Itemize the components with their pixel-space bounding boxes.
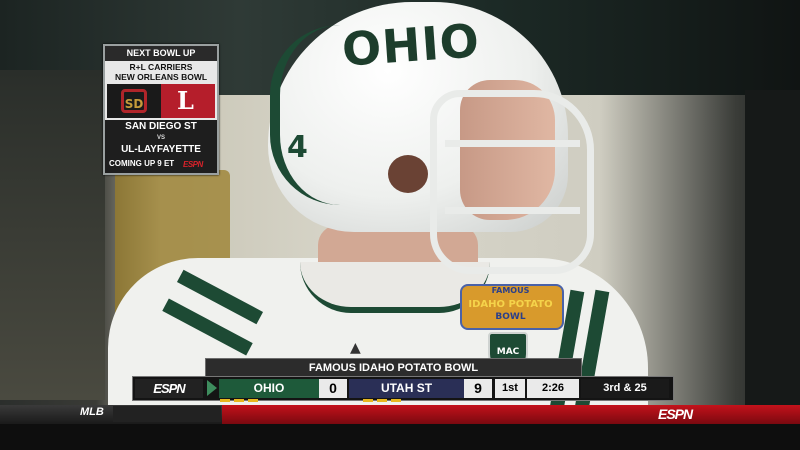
ticker-score-field [113,406,221,422]
bowl-title-bar: FAMOUS IDAHO POTATO BOWL [205,358,582,378]
game-quarter: 1st [495,379,525,398]
bowl-patch-line2: IDAHO POTATO [468,299,553,310]
bowl-patch-line1: FAMOUS [491,286,530,295]
timeout-indicator [220,399,230,402]
bowl-patch-line3: BOWL [495,312,526,322]
espn-logo: ESPN [135,379,203,398]
next-bowl-team2: UL-LAYFAYETTE [105,142,217,157]
ul-lafayette-logo: L [161,84,215,118]
helmet-wordmark: OHIO [340,13,482,77]
down-and-distance: 3rd & 25 [581,379,669,398]
team1-score: 0 [319,379,347,398]
background-dark-right [745,90,800,420]
coming-up-time: COMING UP 9 ET [109,159,175,168]
broadcast-frame: OHIO 4 FAMOUS IDAHO POTATO BOWL MAC ▲ NE… [0,0,800,450]
bottom-bar [0,424,800,450]
next-bowl-vs: VS [105,134,217,142]
ticker-espn-logo: ESPN [658,406,693,422]
timeout-indicator [363,399,373,402]
bowl-sponsor-line: R+L CARRIERS [129,62,193,72]
ticker-red-band [222,405,800,424]
timeout-indicator [248,399,258,402]
timeout-indicator [234,399,244,402]
team-logos: SD L [107,84,215,118]
timeout-indicator [377,399,387,402]
next-bowl-heading: NEXT BOWL UP [105,46,217,61]
timeout-indicator [391,399,401,402]
game-clock: 2:26 [527,379,579,398]
helmet-number: 4 [287,130,308,165]
background-crowd-left [0,70,105,400]
ticker-league: MLB [80,406,104,418]
san-diego-st-logo-icon: SD [121,89,147,113]
team1-name: OHIO [253,381,285,395]
chest-logo-icon: ▲ [350,340,361,356]
san-diego-st-logo: SD [107,84,161,118]
possession-arrow-icon [207,380,217,396]
helmet-earhole [388,155,428,193]
next-bowl-footer: COMING UP 9 ET ESPN [105,157,217,173]
scorebug: ESPN OHIO 0 UTAH ST 9 1st 2:26 3rd & 25 [132,376,674,401]
team2-score: 9 [464,379,492,398]
bowl-name-line: NEW ORLEANS BOWL [114,72,208,82]
next-bowl-team1: SAN DIEGO ST [105,120,217,134]
next-bowl-graphic: NEXT BOWL UP R+L CARRIERS NEW ORLEANS BO… [103,44,219,175]
espn-logo-small: ESPN [183,160,203,169]
face-mask-bars [445,140,580,214]
team2-name: UTAH ST [380,381,433,395]
ul-lafayette-logo-icon: L [177,86,194,115]
